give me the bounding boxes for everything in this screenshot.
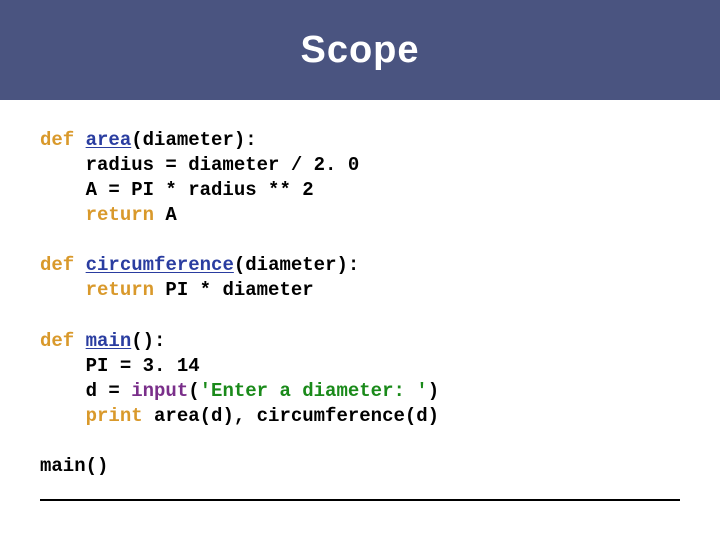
code-block: def area(diameter): radius = diameter / … [40,128,680,479]
divider [40,499,680,501]
slide-content: def area(diameter): radius = diameter / … [0,100,720,489]
code-line: radius = diameter / 2. 0 [40,154,359,176]
function-name-circumference: circumference [86,254,234,276]
keyword-return: return [40,204,154,226]
code-line: main() [40,455,108,477]
slide-header: Scope [0,0,720,100]
function-name-main: main [86,330,132,352]
builtin-input: input [131,380,188,402]
code-text: ) [428,380,439,402]
code-line: PI = 3. 14 [40,355,200,377]
code-text: (diameter): [131,129,256,151]
code-text: (): [131,330,165,352]
keyword-print: print [40,405,143,427]
string-literal: 'Enter a diameter: ' [200,380,428,402]
keyword-return: return [40,279,154,301]
code-text: A [154,204,177,226]
code-text: ( [188,380,199,402]
slide-title: Scope [300,29,419,72]
code-text: PI * diameter [154,279,314,301]
keyword-def: def [40,129,74,151]
code-text: area(d), circumference(d) [143,405,439,427]
keyword-def: def [40,254,74,276]
code-line: A = PI * radius ** 2 [40,179,314,201]
code-text: (diameter): [234,254,359,276]
function-name-area: area [86,129,132,151]
keyword-def: def [40,330,74,352]
code-text: d = [40,380,131,402]
